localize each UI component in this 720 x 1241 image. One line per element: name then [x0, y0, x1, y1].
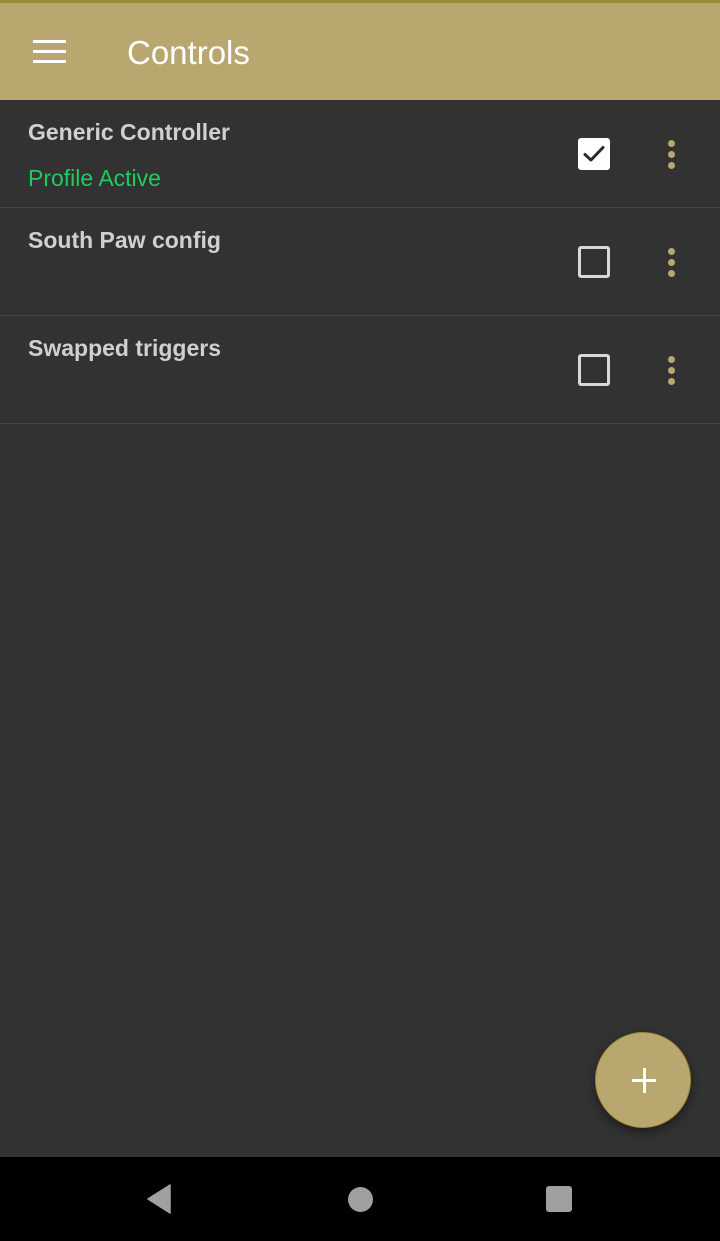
- profile-name: Generic Controller: [28, 119, 230, 145]
- app-bar: Controls: [0, 3, 720, 100]
- dot: [667, 269, 675, 277]
- dot: [667, 161, 675, 169]
- more-options-icon[interactable]: [652, 239, 690, 285]
- profile-list-item[interactable]: South Paw config: [0, 208, 720, 316]
- add-profile-button[interactable]: [595, 1032, 691, 1128]
- profile-active-checkbox[interactable]: [578, 246, 610, 278]
- home-circle-icon: [347, 1186, 373, 1212]
- profile-status: Profile Active: [28, 165, 161, 191]
- profile-list: Generic Controller Profile Active South …: [0, 100, 720, 424]
- dot: [667, 247, 675, 255]
- app-root: Controls Generic Controller Profile Acti…: [0, 0, 720, 1241]
- recents-square-icon: [546, 1186, 572, 1212]
- profile-list-item[interactable]: Swapped triggers: [0, 316, 720, 424]
- profile-active-checkbox[interactable]: [578, 354, 610, 386]
- dot: [667, 355, 675, 363]
- dot: [667, 377, 675, 385]
- hamburger-menu-icon[interactable]: [20, 23, 78, 79]
- dot: [667, 150, 675, 158]
- more-options-icon[interactable]: [652, 347, 690, 393]
- recents-button[interactable]: [529, 1171, 589, 1227]
- home-button[interactable]: [330, 1171, 390, 1227]
- system-navigation-bar: [0, 1157, 720, 1241]
- plus-icon: [642, 1068, 646, 1093]
- profile-name: South Paw config: [28, 227, 221, 253]
- profile-active-checkbox[interactable]: [578, 138, 610, 170]
- menu-bar-line: [32, 49, 66, 53]
- dot: [667, 139, 675, 147]
- checkmark-icon: [583, 146, 605, 162]
- dot: [667, 258, 675, 266]
- profile-list-item[interactable]: Generic Controller Profile Active: [0, 100, 720, 208]
- back-button[interactable]: [130, 1171, 190, 1227]
- back-triangle-icon: [147, 1184, 171, 1214]
- menu-bar-line: [32, 39, 66, 43]
- profile-name: Swapped triggers: [28, 335, 221, 361]
- dot: [667, 366, 675, 374]
- menu-bar-line: [32, 59, 66, 63]
- page-title: Controls: [127, 34, 250, 71]
- more-options-icon[interactable]: [652, 131, 690, 177]
